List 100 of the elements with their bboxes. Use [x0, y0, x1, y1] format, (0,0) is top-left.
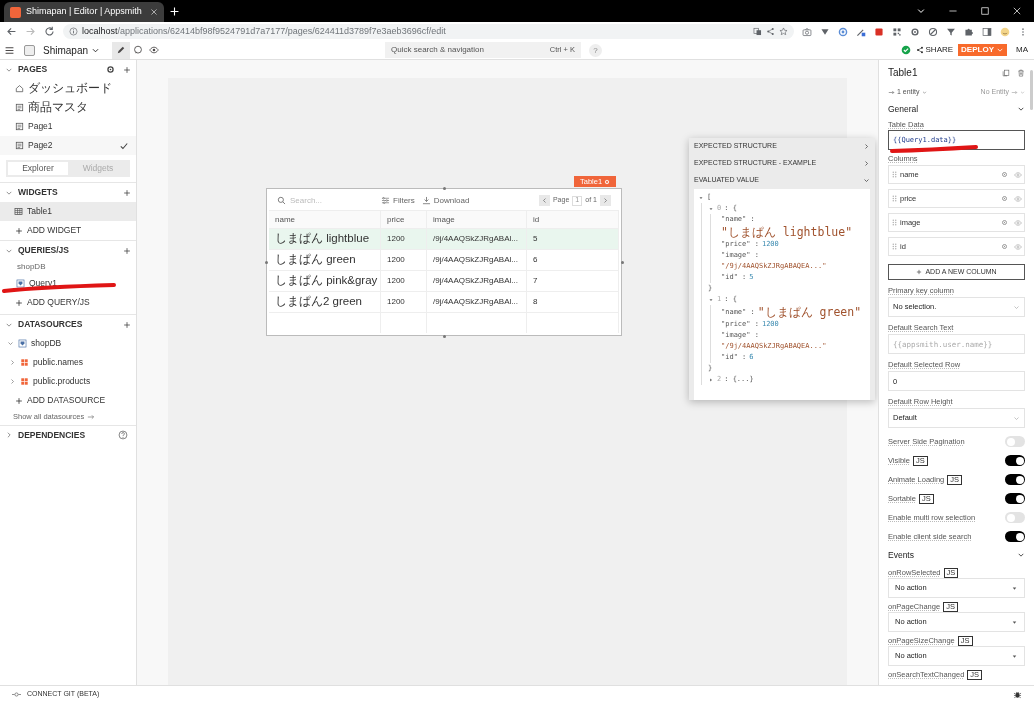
triangle-icon[interactable] — [820, 26, 830, 37]
chevron-left-icon — [540, 197, 548, 204]
resize-handle[interactable] — [621, 261, 624, 264]
resize-handle[interactable] — [443, 187, 446, 190]
scrollbar-thumb[interactable] — [1030, 70, 1033, 110]
drag-handle-icon — [891, 243, 898, 250]
qr-code-icon[interactable] — [892, 26, 902, 37]
translate-icon[interactable] — [753, 27, 762, 36]
table-item[interactable]: public.products — [0, 372, 136, 391]
address-bar[interactable]: localhost/applications/62414bf98f9524791d7a7177/pages/624411d3789f7e3aeb3696cf/edit — [63, 24, 794, 39]
table-cell: /9j/4AAQSkZJRgABAl... — [427, 229, 527, 250]
delete-icon[interactable] — [1017, 68, 1025, 77]
filter-icon — [381, 196, 390, 205]
browser-tab[interactable]: Shimapan | Editor | Appsmith — [4, 2, 164, 22]
table-cell: 5 — [527, 229, 619, 250]
settings-icon[interactable] — [106, 65, 115, 74]
plus-icon[interactable] — [123, 320, 131, 329]
filters-button[interactable]: Filters — [381, 194, 415, 207]
column-header[interactable]: id — [527, 211, 619, 229]
edit-mode-button[interactable] — [112, 41, 131, 59]
puzzle-icon[interactable] — [964, 26, 974, 37]
toggle-switch[interactable] — [1005, 436, 1025, 447]
visibility-eye-icon — [1014, 170, 1022, 179]
table-cell: しまぱん2 green — [269, 292, 381, 313]
section-title: DATASOURCES — [18, 318, 84, 331]
funnel-icon[interactable] — [946, 26, 956, 37]
share-button[interactable]: SHARE — [915, 44, 954, 56]
plus-icon[interactable] — [123, 246, 131, 255]
close-icon[interactable] — [150, 8, 158, 16]
check-icon — [119, 140, 129, 151]
debugger-bug-icon[interactable] — [1013, 690, 1022, 699]
favicon-icon — [10, 6, 21, 18]
arrow-right-icon — [1011, 89, 1018, 96]
blocked-icon[interactable] — [928, 26, 938, 37]
grid-icon — [20, 377, 29, 386]
datasource-item[interactable]: shopDB — [0, 334, 136, 353]
menu-icon[interactable] — [4, 44, 15, 56]
reload-icon[interactable] — [44, 26, 55, 37]
camera-icon[interactable] — [802, 26, 812, 37]
explorer-tab[interactable]: Explorer — [8, 162, 68, 175]
page-item[interactable]: Page2 — [0, 136, 136, 155]
group-label: shopDB — [16, 261, 47, 273]
column-header[interactable]: image — [427, 211, 527, 229]
plus-icon[interactable] — [123, 65, 131, 74]
table-cell: しまぱん pink&gray — [269, 271, 381, 292]
chevron-down-icon — [1020, 90, 1025, 95]
resize-handle[interactable] — [443, 335, 446, 338]
toggle-switch[interactable] — [1005, 474, 1025, 485]
download-button[interactable]: Download — [421, 194, 470, 207]
page-icon — [15, 141, 24, 150]
toggle-switch[interactable] — [1005, 493, 1025, 504]
search-field[interactable]: Search... — [290, 194, 370, 207]
help-icon[interactable] — [118, 430, 128, 440]
table-cell: 8 — [527, 292, 619, 313]
info-icon — [69, 27, 78, 36]
plus-icon — [15, 298, 23, 307]
add-link[interactable]: ADD WIDGET — [0, 221, 136, 240]
panel-title: Table1 — [888, 66, 919, 80]
ring-icon[interactable] — [838, 26, 848, 37]
new-tab-icon[interactable] — [169, 6, 180, 17]
visibility-eye-icon — [1014, 242, 1022, 251]
comment-icon[interactable] — [133, 45, 144, 55]
avatar-icon[interactable] — [1000, 26, 1010, 37]
toggle-switch[interactable] — [1005, 512, 1025, 523]
section-header[interactable]: Events — [888, 546, 1025, 564]
copy-icon[interactable] — [1002, 68, 1010, 77]
database-icon — [18, 339, 27, 348]
app-name-menu[interactable]: Shimapan — [43, 42, 101, 58]
plus-icon — [15, 226, 23, 235]
add-link[interactable]: ADD QUERY/JS — [0, 293, 136, 312]
side-panel-icon[interactable] — [982, 26, 992, 37]
maximize-icon[interactable] — [980, 6, 990, 16]
add-link[interactable]: ADD DATASOURCE — [0, 391, 136, 410]
chevron-down-icon — [1013, 303, 1020, 311]
table-cell: 7 — [527, 271, 619, 292]
toggle-switch[interactable] — [1005, 455, 1025, 466]
section-title: WIDGETS — [18, 186, 59, 199]
status-check-icon — [900, 45, 911, 55]
gear-icon[interactable] — [910, 26, 920, 37]
settings-icon — [1001, 219, 1008, 226]
chevron-down-icon[interactable] — [916, 6, 926, 16]
quick-search-label: Quick search & navigation — [391, 44, 484, 56]
resize-handle[interactable] — [265, 261, 268, 264]
close-icon[interactable] — [1012, 6, 1022, 16]
share-icon[interactable] — [766, 27, 775, 36]
column-header[interactable]: price — [381, 211, 427, 229]
entity-item[interactable]: Table1 — [0, 202, 136, 221]
plus-icon[interactable] — [123, 188, 131, 197]
settings-icon — [1001, 243, 1008, 250]
visibility-eye-icon — [1014, 194, 1022, 203]
square-icon[interactable] — [874, 26, 884, 37]
settings-icon — [604, 178, 611, 185]
toggle-switch[interactable] — [1005, 531, 1025, 542]
column-header[interactable]: name — [269, 211, 381, 229]
section-header[interactable]: General — [888, 100, 1025, 118]
share-icon — [915, 46, 924, 54]
preview-eye-icon[interactable] — [149, 45, 160, 55]
back-icon[interactable] — [6, 26, 17, 37]
bookmark-star-icon[interactable] — [779, 27, 788, 36]
table-item[interactable]: public.names — [0, 353, 136, 372]
